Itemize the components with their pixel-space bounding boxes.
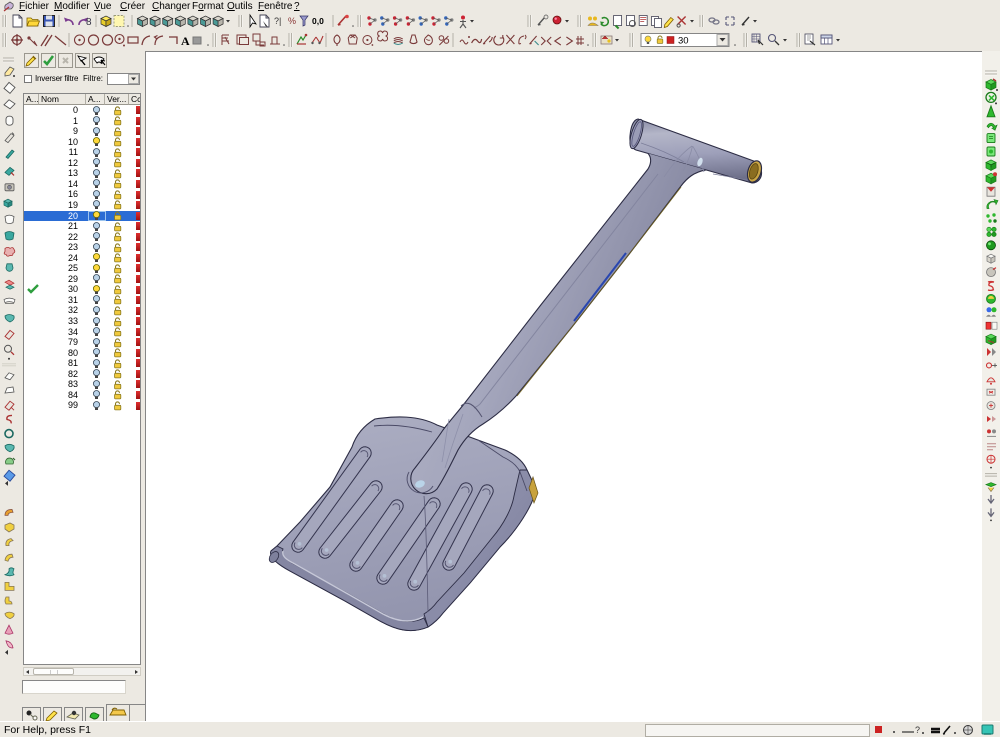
svg-text:8: 8 <box>86 17 92 28</box>
svg-text:%: % <box>288 16 296 26</box>
svg-text:?: ? <box>915 725 920 735</box>
svg-text:?|: ?| <box>274 16 281 26</box>
svg-text:0,0: 0,0 <box>312 16 324 26</box>
svg-text:A: A <box>181 34 190 48</box>
svg-text:30: 30 <box>678 36 689 47</box>
